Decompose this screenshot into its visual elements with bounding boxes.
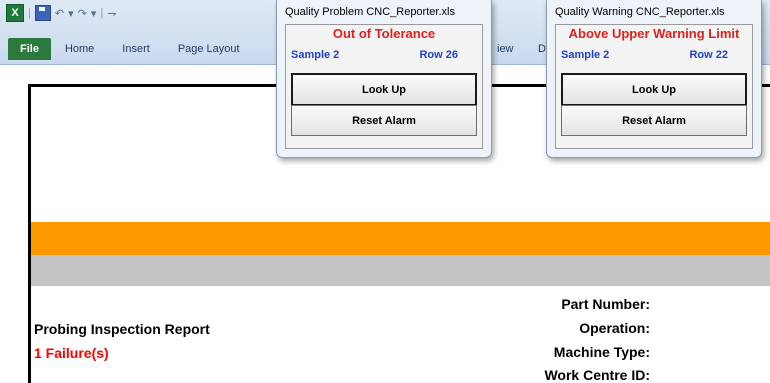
tab-insert[interactable]: Insert	[108, 38, 164, 60]
failure-count: 1 Failure(s)	[34, 345, 109, 361]
tab-data-partial[interactable]: D	[538, 38, 546, 60]
undo-dropdown-icon[interactable]: ▾	[68, 7, 74, 20]
excel-app-icon[interactable]: X	[6, 4, 24, 22]
tab-file[interactable]: File	[8, 38, 51, 60]
look-up-button[interactable]: Look Up	[291, 73, 477, 106]
qat-separator: |	[28, 7, 31, 19]
sample-label: Sample 2	[561, 49, 610, 61]
alarm-message: Out of Tolerance	[332, 26, 436, 41]
machine-type-label: Machine Type:	[553, 344, 650, 360]
work-centre-label: Work Centre ID:	[544, 367, 650, 383]
quality-warning-popup: Quality Warning CNC_Reporter.xls Above U…	[546, 0, 762, 158]
report-title: Probing Inspection Report	[34, 321, 210, 337]
alarm-message: Above Upper Warning Limit	[568, 26, 740, 41]
undo-icon[interactable]: ↶	[55, 7, 64, 20]
operation-label: Operation:	[579, 320, 650, 336]
popup-title: Quality Warning CNC_Reporter.xls	[555, 6, 725, 18]
reset-alarm-button[interactable]: Reset Alarm	[291, 105, 477, 136]
header-band-gray	[31, 255, 770, 286]
tab-view-partial[interactable]: iew	[497, 38, 514, 60]
header-band-orange	[31, 222, 770, 255]
redo-dropdown-icon[interactable]: ▾	[91, 7, 97, 20]
tab-home[interactable]: Home	[51, 38, 108, 60]
popup-panel: Above Upper Warning Limit Sample 2 Row 2…	[555, 24, 753, 149]
redo-icon[interactable]: ↷	[78, 7, 87, 20]
quick-access-toolbar: X | ↶ ▾ ↷ ▾ | ⇁	[6, 4, 116, 22]
ribbon-tabs: File Home Insert Page Layout	[0, 38, 254, 60]
quality-problem-popup: Quality Problem CNC_Reporter.xls Out of …	[276, 0, 492, 158]
reset-alarm-button[interactable]: Reset Alarm	[561, 105, 747, 136]
popup-panel: Out of Tolerance Sample 2 Row 26 Look Up…	[285, 24, 483, 149]
row-label: Row 26	[419, 49, 458, 61]
customize-qat-icon[interactable]: ⇁	[107, 7, 116, 20]
popup-title: Quality Problem CNC_Reporter.xls	[285, 6, 455, 18]
part-number-label: Part Number:	[561, 296, 650, 312]
save-icon[interactable]	[34, 5, 51, 21]
look-up-button[interactable]: Look Up	[561, 73, 747, 106]
sample-label: Sample 2	[291, 49, 340, 61]
tab-page-layout[interactable]: Page Layout	[164, 38, 254, 60]
qat-separator: |	[100, 7, 104, 19]
row-label: Row 22	[689, 49, 728, 61]
